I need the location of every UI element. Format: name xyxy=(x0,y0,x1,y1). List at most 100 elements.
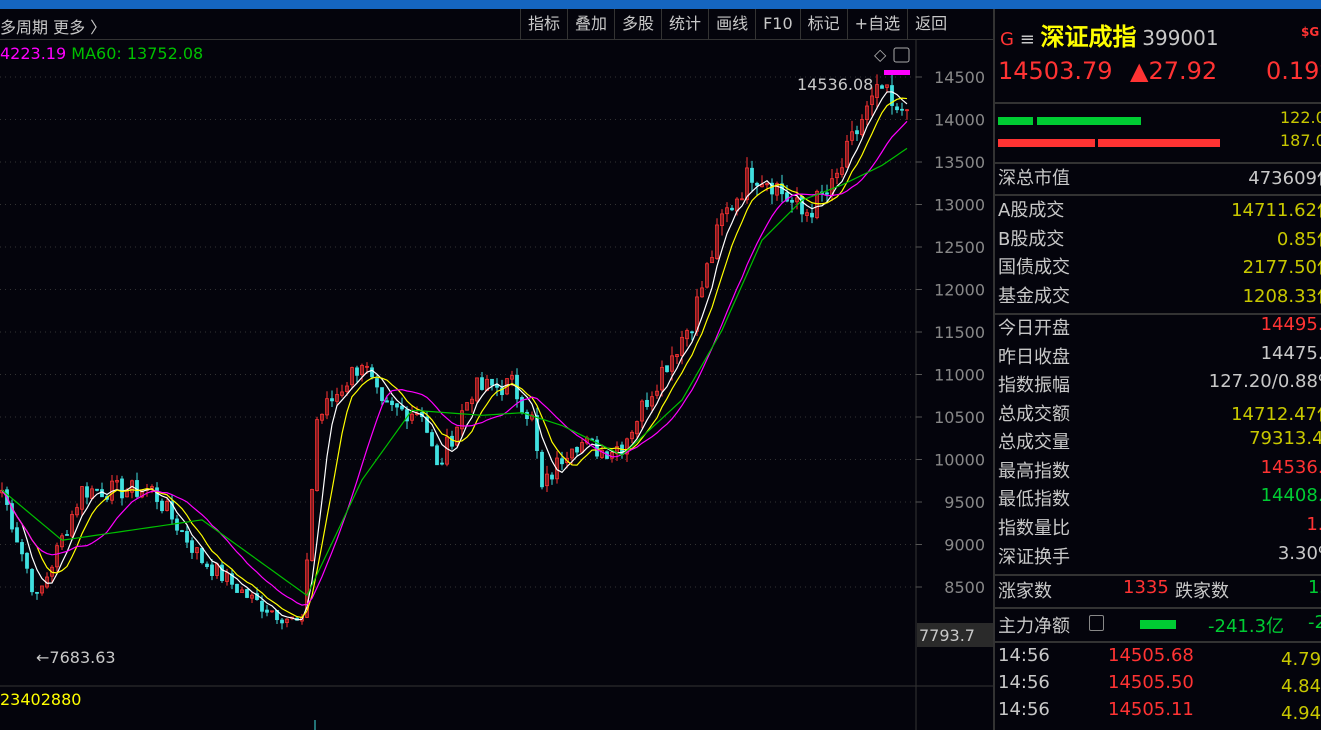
stat-row: 基金成交 1208.33亿 xyxy=(998,282,1321,310)
candle xyxy=(155,487,159,502)
stat-row: 总成交额 14712.47亿 xyxy=(998,400,1321,428)
quote-header: G ≡ 深证成指 399001 xyxy=(1000,17,1219,52)
candle xyxy=(800,196,804,215)
breadth-row: 涨家数 1335 跌家数 150 xyxy=(998,577,1321,605)
candle xyxy=(450,435,454,447)
stat-row: 总成交量 79313.47 xyxy=(998,428,1321,456)
tick-price: 14505.11 xyxy=(1108,699,1194,720)
low-mark-label: ←7683.63 xyxy=(36,648,116,667)
tick-time: 14:56 xyxy=(998,645,1050,666)
diamond-icon[interactable]: ◇ xyxy=(874,45,887,64)
stat-value: 0.85亿 xyxy=(1276,229,1321,250)
tool-6[interactable]: 标记 xyxy=(799,9,847,40)
stat-label: 最低指数 xyxy=(998,489,1070,510)
g-icon[interactable]: G xyxy=(1000,29,1014,50)
candle xyxy=(400,405,404,410)
tick-row: 14:56 14505.11 4.94亿 xyxy=(998,699,1321,727)
candle xyxy=(355,367,359,376)
tool-3[interactable]: 统计 xyxy=(661,9,708,40)
stat-row: 国债成交 2177.50亿 xyxy=(998,253,1321,281)
tick-price: 14505.50 xyxy=(1108,672,1194,693)
candle xyxy=(690,331,694,334)
stat-row: 深总市值 473609亿 xyxy=(998,164,1321,192)
y-tick-label: 11000 xyxy=(934,366,985,385)
flow-bar xyxy=(1140,620,1176,629)
candle xyxy=(540,451,544,488)
tool-2[interactable]: 多股 xyxy=(614,9,661,40)
candle xyxy=(200,547,204,563)
candle xyxy=(895,106,899,111)
flow-row: 主力净额 -241.3亿 -2 xyxy=(998,612,1321,640)
stat-value: 14475.8 xyxy=(1260,343,1321,364)
candle xyxy=(20,542,24,555)
tool-1[interactable]: 叠加 xyxy=(567,9,614,40)
quote-panel: G ≡ 深证成指 399001 $G 14503.79 ▲27.92 0.19%… xyxy=(993,9,1321,730)
period-selector[interactable]: 多周期 更多 〉 xyxy=(0,14,106,38)
tool-8[interactable]: 返回 xyxy=(907,9,954,40)
list-icon[interactable] xyxy=(1089,615,1104,631)
candle xyxy=(265,609,269,613)
bar1-value: 122.0 xyxy=(1280,108,1321,127)
high-mark-label: 14536.08 xyxy=(797,75,873,94)
y-tick-label: 12000 xyxy=(934,281,985,300)
tool-buttons: 指标 叠加 多股 统计 画线 F10 标记 +自选 返回 xyxy=(520,9,954,40)
stat-value: 1208.33亿 xyxy=(1242,286,1321,307)
bar2-value: 187.0 xyxy=(1280,131,1321,150)
y-tick-label: 9500 xyxy=(944,493,985,512)
y-tick-label: 13000 xyxy=(934,196,985,215)
candle xyxy=(430,432,434,447)
sell-bar xyxy=(998,139,1095,147)
ma5-line xyxy=(1,91,908,621)
menu-icon[interactable]: ≡ xyxy=(1020,29,1035,50)
y-tick-label: 14500 xyxy=(934,68,985,87)
candle xyxy=(180,530,184,532)
stat-label: 总成交额 xyxy=(998,404,1070,425)
candle xyxy=(205,563,209,567)
stat-label: 今日开盘 xyxy=(998,318,1070,339)
candle xyxy=(235,583,239,593)
y-tick-label: 9000 xyxy=(944,536,985,555)
candle xyxy=(210,564,214,576)
tick-row: 14:56 14505.50 4.84亿 xyxy=(998,672,1321,700)
title-bar xyxy=(0,0,1321,9)
y-tick-label: 8500 xyxy=(944,578,985,597)
stat-label: 深证换手 xyxy=(998,547,1070,568)
candle xyxy=(750,167,754,183)
ma60-line xyxy=(1,147,908,597)
tool-0[interactable]: 指标 xyxy=(520,9,567,40)
candle xyxy=(15,527,19,543)
candle xyxy=(435,445,439,466)
stat-label: 国债成交 xyxy=(998,257,1070,278)
candle xyxy=(790,199,794,203)
candle xyxy=(100,489,104,498)
candle xyxy=(25,552,29,569)
candle xyxy=(375,378,379,388)
volume-value: 23402880 xyxy=(0,690,81,709)
stat-row: 指数振幅 127.20/0.88% xyxy=(998,371,1321,399)
candle xyxy=(730,207,734,211)
candlestick-chart[interactable]: 8500 9000 9500 10000 10500 11000 11500 12000 125… xyxy=(0,40,993,730)
stat-value: 14495.8 xyxy=(1260,314,1321,335)
price-pct: 0.19% xyxy=(1266,57,1321,85)
tick-time: 14:56 xyxy=(998,699,1050,720)
tool-5[interactable]: F10 xyxy=(755,9,800,40)
panel-toggle-icon[interactable] xyxy=(893,47,910,63)
candle xyxy=(35,591,39,594)
candle xyxy=(160,500,164,512)
stat-value: 79313.47 xyxy=(1249,428,1321,449)
candle xyxy=(665,365,669,373)
candle xyxy=(385,400,389,403)
stat-row: 深证换手 3.30% xyxy=(998,543,1321,571)
last-price: 14503.79 xyxy=(998,57,1113,85)
tool-4[interactable]: 画线 xyxy=(708,9,755,40)
y-tick-label: 10500 xyxy=(934,408,985,427)
flow-value2: -2 xyxy=(1308,612,1321,633)
candle xyxy=(645,399,649,407)
candle xyxy=(220,564,224,581)
candle xyxy=(900,108,904,111)
candle xyxy=(810,212,814,218)
candle xyxy=(575,446,579,453)
tick-volume: 4.84亿 xyxy=(1281,676,1321,697)
tool-7[interactable]: +自选 xyxy=(846,9,907,40)
buy-bar xyxy=(998,117,1033,125)
